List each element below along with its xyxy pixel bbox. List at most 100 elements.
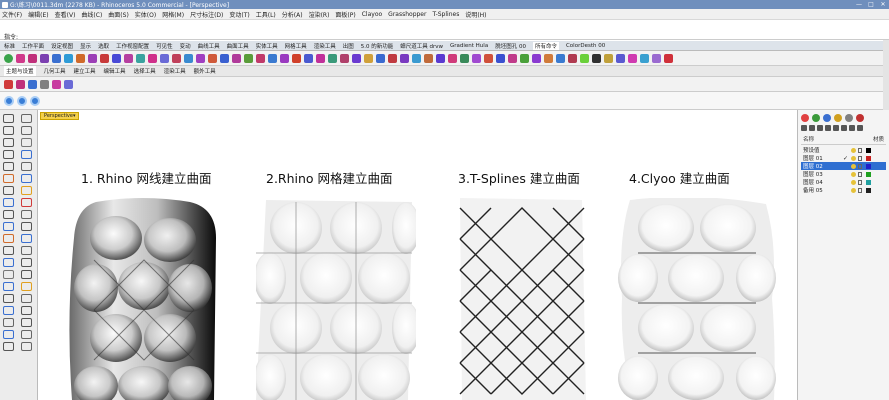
- toolbar-tool-icon[interactable]: [568, 53, 577, 63]
- left-tool-icon[interactable]: [21, 294, 32, 303]
- toolbar-tool-icon[interactable]: [304, 53, 313, 63]
- left-tool-icon[interactable]: [21, 186, 32, 195]
- menu-item-2[interactable]: 查看(V): [55, 10, 76, 19]
- toolbar-tool-icon[interactable]: [364, 53, 373, 63]
- left-tool-icon[interactable]: [3, 342, 14, 351]
- delete-layer-icon[interactable]: [817, 125, 823, 131]
- perspective-viewport[interactable]: Perspective ▾ 1. Rhino 网线建立曲面 2.Rhino 网格…: [38, 110, 797, 400]
- sub-tab-2[interactable]: 建立工具: [74, 67, 96, 75]
- left-tool-icon[interactable]: [21, 210, 32, 219]
- layer-color-swatch[interactable]: [866, 187, 871, 193]
- panel-tab-icon[interactable]: [834, 114, 842, 122]
- toolbar-tool-icon[interactable]: [316, 53, 325, 63]
- sub-tab-4[interactable]: 选择工具: [134, 67, 156, 75]
- left-tool-icon[interactable]: [3, 138, 14, 147]
- sub-tab-3[interactable]: 编辑工具: [104, 67, 126, 75]
- left-tool-icon[interactable]: [21, 234, 32, 243]
- toolbar-tool-icon[interactable]: [520, 53, 529, 63]
- layer-color-swatch[interactable]: [866, 179, 871, 185]
- layer-row[interactable]: 备用 05: [801, 186, 886, 194]
- toolbar-tool-icon[interactable]: [244, 53, 253, 63]
- toolbar-tool-icon[interactable]: [436, 53, 445, 63]
- sub-tool-icon[interactable]: [64, 79, 73, 89]
- toolbar-tool-icon[interactable]: [604, 53, 613, 63]
- toolbar-tool-icon[interactable]: [196, 53, 205, 63]
- toolbar-tool-icon[interactable]: [544, 53, 553, 63]
- move-up-icon[interactable]: [825, 125, 831, 131]
- toolbar-tool-icon[interactable]: [376, 53, 385, 63]
- command-area[interactable]: 指令:: [0, 20, 889, 41]
- menu-item-10[interactable]: 分析(A): [282, 10, 303, 19]
- left-tool-icon[interactable]: [21, 318, 32, 327]
- toolbar-tab-4[interactable]: 选取: [98, 42, 109, 50]
- toolbar-tab-18[interactable]: 所有命令: [532, 41, 559, 50]
- panel-tab-icon[interactable]: [823, 114, 831, 122]
- toolbar-tab-14[interactable]: 5.0 的新功能: [361, 42, 394, 50]
- toolbar-tool-icon[interactable]: [460, 53, 469, 63]
- layer-row[interactable]: 图层 02: [801, 162, 886, 170]
- move-down-icon[interactable]: [833, 125, 839, 131]
- toolbar-tool-icon[interactable]: [532, 53, 541, 63]
- lightbulb-icon[interactable]: [851, 187, 856, 193]
- toolbar-tool-icon[interactable]: [232, 53, 241, 63]
- sub-tab-5[interactable]: 渲染工具: [164, 67, 186, 75]
- toolbar-tab-1[interactable]: 工作平面: [22, 42, 44, 50]
- menu-item-6[interactable]: 网格(M): [162, 10, 184, 19]
- lock-icon[interactable]: [858, 155, 862, 161]
- toolbar-tool-icon[interactable]: [592, 53, 601, 63]
- layer-color-swatch[interactable]: [866, 155, 871, 161]
- toolbar-tool-icon[interactable]: [124, 53, 133, 63]
- lightbulb-icon[interactable]: [851, 155, 856, 161]
- toolbar-tool-icon[interactable]: [388, 53, 397, 63]
- layer-row[interactable]: 预设值: [801, 146, 886, 154]
- left-tool-icon[interactable]: [21, 246, 32, 255]
- left-tool-icon[interactable]: [21, 270, 32, 279]
- left-tool-icon[interactable]: [3, 186, 14, 195]
- layer-settings-icon[interactable]: [849, 125, 855, 131]
- lock-icon[interactable]: [858, 171, 862, 177]
- left-tool-icon[interactable]: [21, 138, 32, 147]
- toolbar-tab-0[interactable]: 标准: [4, 42, 15, 50]
- toolbar-tool-icon[interactable]: [448, 53, 457, 63]
- toolbar-tool-icon[interactable]: [340, 53, 349, 63]
- panel-tab-icon[interactable]: [845, 114, 853, 122]
- toolbar-tool-icon[interactable]: [292, 53, 301, 63]
- sub-tool-icon[interactable]: [28, 79, 37, 89]
- tsplines-icon[interactable]: [4, 95, 14, 106]
- toolbar-tool-icon[interactable]: [352, 53, 361, 63]
- toolbar-tool-icon[interactable]: [16, 53, 25, 63]
- left-tool-icon[interactable]: [21, 150, 32, 159]
- chevron-down-icon[interactable]: ▾: [73, 113, 76, 119]
- toolbar-tab-11[interactable]: 网格工具: [285, 42, 307, 50]
- close-button[interactable]: ✕: [877, 1, 889, 8]
- toolbar-tab-3[interactable]: 显示: [80, 42, 91, 50]
- toolbar-tool-icon[interactable]: [280, 53, 289, 63]
- lightbulb-icon[interactable]: [851, 163, 856, 169]
- lock-icon[interactable]: [858, 187, 862, 193]
- left-tool-icon[interactable]: [3, 150, 14, 159]
- toolbar-tool-icon[interactable]: [328, 53, 337, 63]
- left-tool-icon[interactable]: [3, 258, 14, 267]
- toolbar-tab-7[interactable]: 变动: [180, 42, 191, 50]
- toolbar-tool-icon[interactable]: [28, 53, 37, 63]
- left-tool-icon[interactable]: [21, 126, 32, 135]
- minimize-button[interactable]: —: [853, 1, 865, 8]
- left-tool-icon[interactable]: [3, 270, 14, 279]
- new-sublayer-icon[interactable]: [809, 125, 815, 131]
- lock-icon[interactable]: [858, 147, 862, 153]
- toolbar-tab-9[interactable]: 曲面工具: [227, 42, 249, 50]
- menu-item-16[interactable]: 说明(H): [465, 10, 486, 19]
- toolbar-tool-icon[interactable]: [580, 53, 589, 63]
- lightbulb-icon[interactable]: [851, 147, 856, 153]
- left-tool-icon[interactable]: [21, 258, 32, 267]
- left-tool-icon[interactable]: [3, 318, 14, 327]
- toolbar-tab-15[interactable]: 蟑尺道工具 drvw: [400, 42, 443, 50]
- layer-row[interactable]: 图层 04: [801, 178, 886, 186]
- toolbar-tool-icon[interactable]: [400, 53, 409, 63]
- left-tool-icon[interactable]: [21, 198, 32, 207]
- menu-item-14[interactable]: Grasshopper: [388, 11, 426, 18]
- left-tool-icon[interactable]: [3, 174, 14, 183]
- toolbar-tab-2[interactable]: 设定视图: [51, 42, 73, 50]
- layer-color-swatch[interactable]: [866, 163, 871, 169]
- toolbar-scrollbar[interactable]: [883, 40, 889, 110]
